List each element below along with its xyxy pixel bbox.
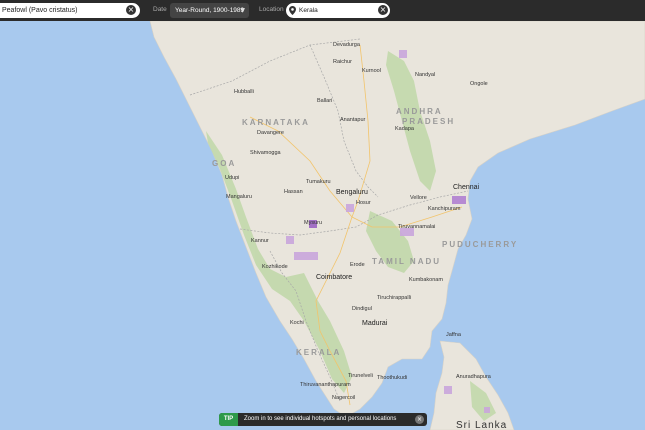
city-label: Kochi [290, 320, 304, 326]
city-label: Udupi [225, 175, 239, 181]
city-label: Dindigul [352, 306, 372, 312]
clear-location-icon[interactable]: × [378, 5, 388, 15]
city-label: Thoothukudi [377, 375, 407, 381]
city-label: Kanchipuram [428, 206, 461, 212]
region-label-puducherry: PUDUCHERRY [442, 240, 518, 249]
city-label: Raichur [333, 59, 352, 65]
city-label: Erode [350, 262, 365, 268]
city-label: Nandyal [415, 72, 435, 78]
city-label: Mangaluru [226, 194, 252, 200]
city-label: Davangere [257, 130, 284, 136]
city-label: Tiruchirappalli [377, 295, 411, 301]
caret-down-icon: ▼ [240, 7, 245, 14]
city-label: Anuradhapura [456, 374, 492, 380]
filter-bar: Peafowl (Pavo cristatus) × Date Year-Rou… [0, 0, 645, 21]
city-label: Ongole [470, 81, 488, 87]
species-input[interactable]: Peafowl (Pavo cristatus) [0, 3, 140, 18]
city-label: Hassan [284, 189, 303, 195]
city-label: Kannur [251, 238, 269, 244]
date-label: Date [153, 6, 167, 13]
species-value: Peafowl (Pavo cristatus) [2, 7, 78, 14]
range-map[interactable]: KARNATAKA ANDHRA PRADESH GOA TAMIL NADU … [0, 21, 645, 430]
country-label-sri-lanka: Sri Lanka [456, 420, 507, 430]
city-label: Vellore [410, 195, 427, 201]
region-label-pradesh: PRADESH [402, 117, 455, 126]
city-label: Jaffna [446, 332, 462, 338]
city-label: Hubballi [234, 89, 254, 95]
city-label: Tirunelveli [348, 373, 373, 379]
city-label: Devadurga [333, 42, 361, 48]
city-label: Kadapa [395, 126, 415, 132]
major-city-label: Bengaluru [336, 189, 368, 196]
city-label: Mysuru [304, 220, 322, 226]
location-label: Location [259, 6, 284, 13]
city-label: Kozhikode [262, 264, 288, 270]
location-value: Kerala [299, 7, 318, 14]
region-label-karnataka: KARNATAKA [242, 118, 310, 127]
tip-badge: TIP [219, 413, 238, 426]
region-label-tamil-nadu: TAMIL NADU [372, 257, 441, 266]
tip-banner: TIP Zoom in to see individual hotspots a… [219, 413, 427, 426]
date-range-dropdown[interactable]: Year-Round, 1900-1989 ▼ [170, 3, 249, 18]
city-label: Hosur [356, 200, 371, 206]
location-pin-icon [289, 6, 296, 15]
city-label: Kurnool [362, 68, 381, 74]
city-label: Kumbakonam [409, 277, 443, 283]
location-input[interactable]: Kerala [286, 3, 390, 18]
major-city-label: Madurai [362, 320, 388, 327]
region-label-goa: GOA [212, 159, 236, 168]
close-icon[interactable]: × [415, 415, 424, 424]
major-city-label: Chennai [453, 184, 480, 191]
tip-text: Zoom in to see individual hotspots and p… [244, 416, 397, 422]
city-label: Tumakuru [306, 179, 331, 185]
city-label: Tiruvannamalai [398, 224, 435, 230]
region-label-kerala: KERALA [296, 348, 341, 357]
region-label-andhra: ANDHRA [396, 107, 443, 116]
city-label: Anantapur [340, 117, 366, 123]
date-range-value: Year-Round, 1900-1989 [175, 7, 245, 14]
major-city-label: Coimbatore [316, 274, 352, 281]
city-label: Thiruvananthapuram [300, 382, 351, 388]
city-label: Nagercoil [332, 395, 355, 401]
city-label: Ballari [317, 98, 332, 104]
clear-species-icon[interactable]: × [126, 5, 136, 15]
city-label: Shivamogga [250, 150, 282, 156]
